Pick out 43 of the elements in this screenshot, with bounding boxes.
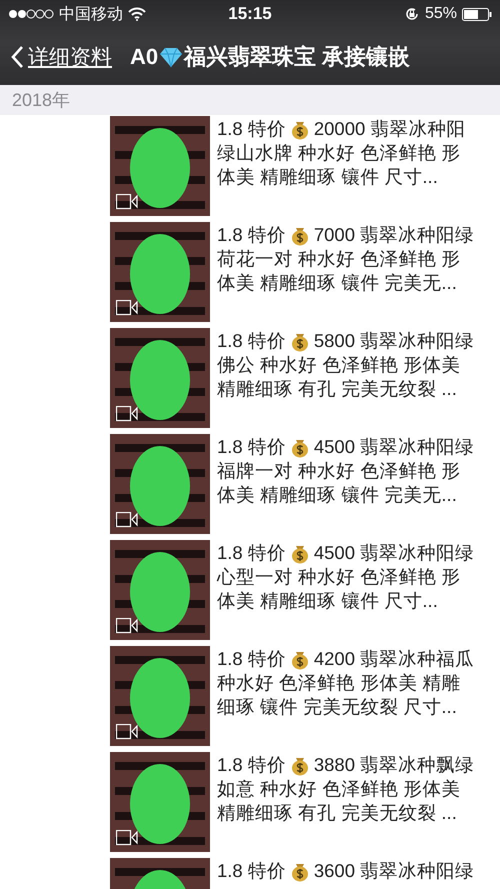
- wifi-icon: [128, 7, 146, 21]
- post-description: 绿山水牌 种水好 色泽鲜艳 形: [217, 141, 460, 165]
- post-description: 3880 翡翠冰种飘绿: [314, 753, 474, 777]
- post-description: 荷花一对 种水好 色泽鲜艳 形: [217, 247, 460, 271]
- rotation-lock-icon: [404, 6, 420, 22]
- signal-icon: [8, 9, 54, 19]
- chat-title: 福兴翡翠珠宝 承接镶嵌: [184, 42, 410, 70]
- diamond-icon: [158, 46, 184, 68]
- back-chevron-icon: [10, 44, 24, 68]
- price-label: 1.8 特价: [217, 541, 286, 565]
- price-label: 1.8 特价: [217, 647, 286, 671]
- post-description: 20000 翡翠冰种阳: [314, 117, 466, 141]
- post-description: 3600 翡翠冰种阳绿: [314, 859, 474, 883]
- price-label: 1.8 特价: [217, 117, 286, 141]
- back-button[interactable]: 详细资料: [10, 42, 112, 70]
- post-description: 5800 翡翠冰种阳绿: [314, 329, 474, 353]
- post-description: 体美 精雕细琢 镶件 尺寸...: [217, 589, 438, 613]
- post-description: 种水好 色泽鲜艳 形体美 精雕: [217, 671, 460, 695]
- post-description: 7000 翡翠冰种阳绿: [314, 223, 474, 247]
- post-description: 体美 精雕细琢 镶件 尺寸...: [217, 165, 438, 189]
- clock-time: 15:15: [228, 4, 272, 24]
- price-label: 1.8 特价: [217, 859, 286, 883]
- post-description: 4500 翡翠冰种阳绿: [314, 541, 474, 565]
- post-description: 体美 精雕细琢 镶件 完美无...: [217, 271, 457, 295]
- post-description: 精雕细琢 有孔 完美无纹裂 ...: [217, 801, 457, 825]
- post-description: 如意 种水好 色泽鲜艳 形体美: [217, 777, 460, 801]
- battery-icon: [462, 8, 492, 20]
- price-label: 1.8 特价: [217, 435, 286, 459]
- carrier-name: 中国移动: [59, 4, 123, 24]
- post-description: 心型一对 种水好 色泽鲜艳 形: [217, 565, 460, 589]
- post-description: 佛公 种水好 色泽鲜艳 形体美: [217, 353, 460, 377]
- title-prefix: A0: [130, 44, 158, 70]
- post-description: 精雕细琢 有孔 完美无纹裂 ...: [217, 377, 457, 401]
- price-label: 1.8 特价: [217, 329, 286, 353]
- post-description: 4200 翡翠冰种福瓜: [314, 647, 474, 671]
- post-description: 体美 精雕细琢 镶件 完美无...: [217, 483, 457, 507]
- post-description: 4500 翡翠冰种阳绿: [314, 435, 474, 459]
- post-description: 福牌一对 种水好 色泽鲜艳 形: [217, 459, 460, 483]
- post-description: 细琢 镶件 完美无纹裂 尺寸...: [217, 695, 457, 719]
- price-label: 1.8 特价: [217, 223, 286, 247]
- section-year: 2018年: [12, 90, 70, 110]
- battery-percent: 55%: [424, 5, 458, 23]
- price-label: 1.8 特价: [217, 753, 286, 777]
